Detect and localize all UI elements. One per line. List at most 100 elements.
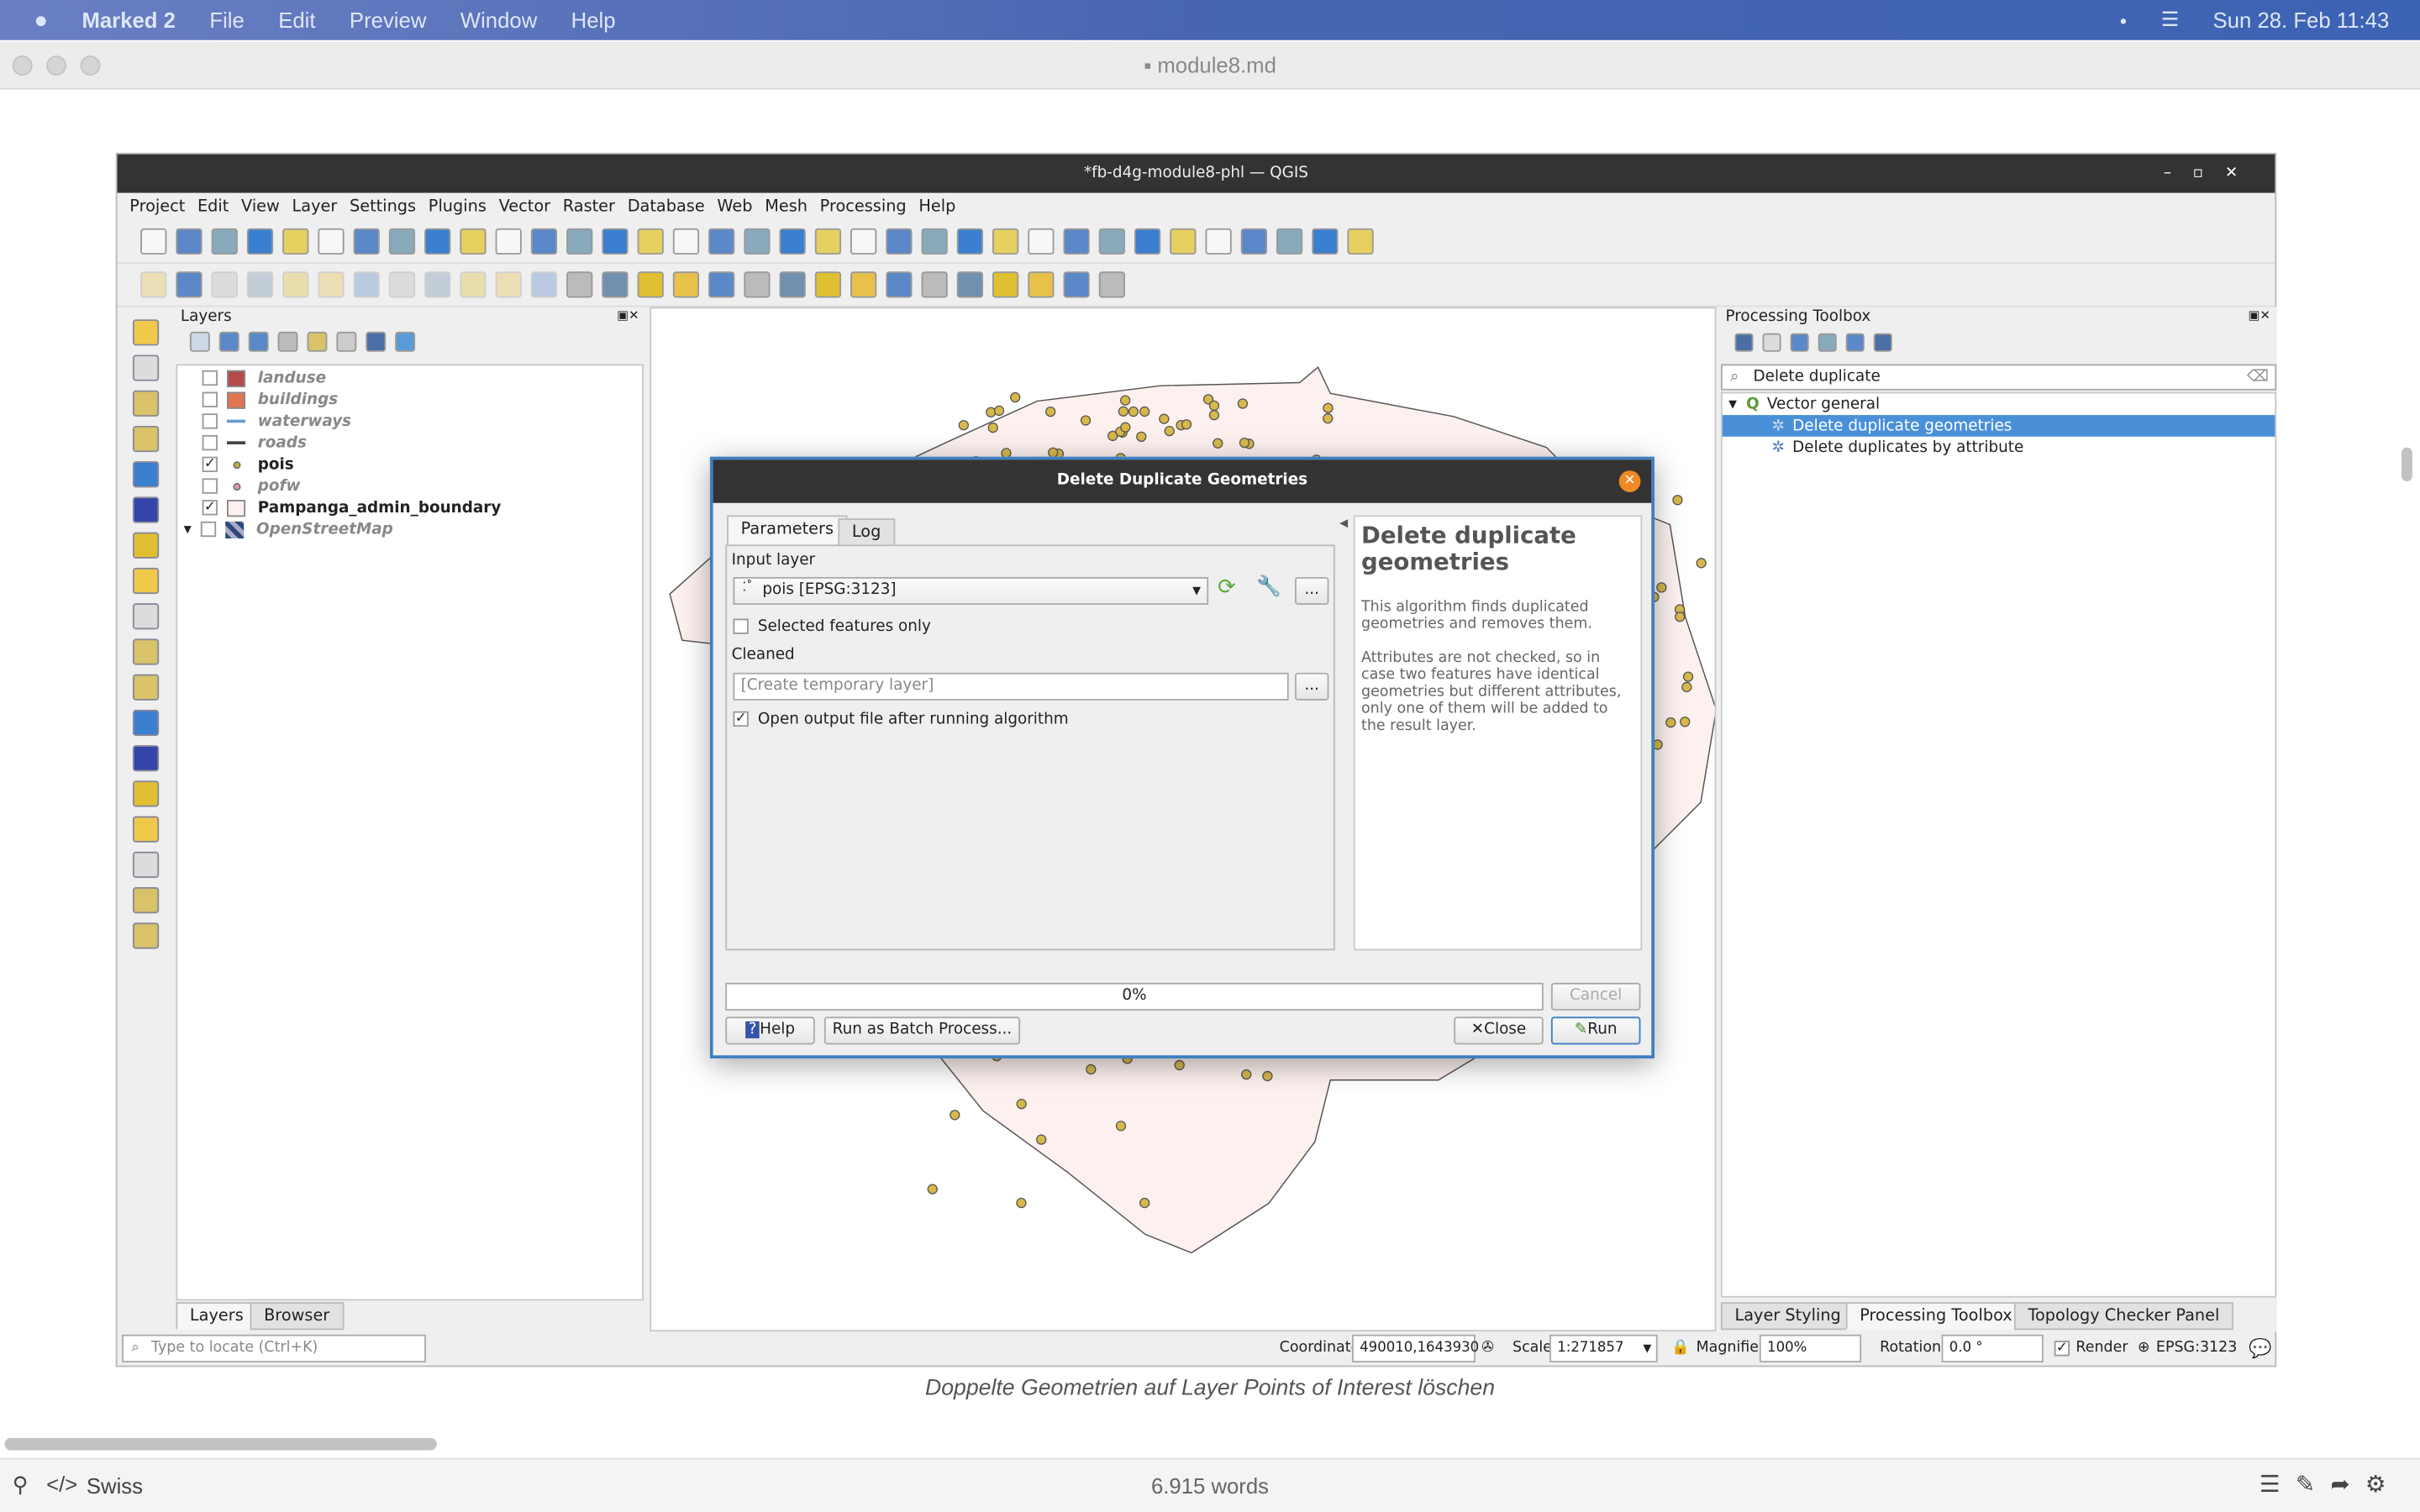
- processing-toolbox-icon[interactable]: [1028, 228, 1055, 255]
- diagram-icon[interactable]: [602, 271, 629, 298]
- georeferencer-icon[interactable]: [1028, 271, 1055, 298]
- layer-visibility-checkbox[interactable]: [202, 434, 218, 451]
- menu-window[interactable]: Window: [460, 8, 537, 32]
- menu-edit[interactable]: Edit: [197, 197, 229, 216]
- tab-log[interactable]: Log: [838, 518, 895, 547]
- add-postgis-icon[interactable]: [132, 709, 160, 737]
- vertex-tool-icon[interactable]: [282, 271, 309, 298]
- layer-item-pois[interactable]: ✓ pois: [202, 454, 642, 475]
- show-spatial-bookmarks-icon[interactable]: [814, 228, 842, 255]
- text-annotation-icon[interactable]: [1205, 228, 1232, 255]
- add-mesh-icon[interactable]: [132, 496, 160, 523]
- undo-icon[interactable]: [495, 271, 522, 298]
- field-calculator-icon[interactable]: [992, 228, 1019, 255]
- add-wms-icon[interactable]: [132, 567, 160, 595]
- layer-visibility-checkbox[interactable]: [202, 370, 218, 386]
- horizontal-scrollbar[interactable]: [4, 1437, 437, 1451]
- save-project-icon[interactable]: [211, 228, 238, 255]
- select-by-value-icon[interactable]: [1276, 228, 1303, 255]
- add-group-icon[interactable]: [218, 331, 239, 352]
- history-icon[interactable]: [1790, 333, 1809, 352]
- pan-to-selection-icon[interactable]: [388, 228, 416, 255]
- expand-arrow-icon[interactable]: ▼: [1728, 398, 1737, 411]
- new-print-layout-icon[interactable]: [246, 228, 274, 255]
- layer-item-waterways[interactable]: waterways: [202, 411, 642, 433]
- filter-legend-icon[interactable]: [277, 331, 298, 352]
- tab-layer-styling[interactable]: Layer Styling: [1720, 1302, 1855, 1331]
- layer-item-pampanga_admin_boundary[interactable]: ✓ Pampanga_admin_boundary: [202, 496, 642, 518]
- layout-manager-icon[interactable]: [282, 228, 309, 255]
- highlight-labels-icon[interactable]: [850, 271, 877, 298]
- rotation-spinbox[interactable]: 0.0 °: [1941, 1334, 2044, 1362]
- measure-icon[interactable]: [1098, 228, 1125, 255]
- run-batch-button[interactable]: Run as Batch Process...: [823, 1016, 1021, 1045]
- tab-topology-checker[interactable]: Topology Checker Panel: [2013, 1302, 2233, 1331]
- style-manager-icon[interactable]: [318, 228, 345, 255]
- layer-item-landuse[interactable]: landuse: [202, 367, 642, 389]
- layer-visibility-checkbox[interactable]: [202, 391, 218, 407]
- delete-selected-icon[interactable]: [353, 271, 380, 298]
- layer-visibility-checkbox[interactable]: [202, 413, 218, 429]
- menu-help[interactable]: Help: [571, 8, 616, 32]
- help-icon[interactable]: [992, 271, 1019, 298]
- panel-float-close-icons[interactable]: ▣✕: [617, 308, 639, 323]
- zoom-in-icon[interactable]: [424, 228, 451, 255]
- label-properties-icon[interactable]: [814, 271, 842, 298]
- modify-attributes-icon[interactable]: [318, 271, 345, 298]
- layer-item-pofw[interactable]: pofw: [202, 475, 642, 497]
- menu-web[interactable]: Web: [717, 197, 752, 216]
- layer-visibility-checkbox[interactable]: ✓: [202, 456, 218, 473]
- zoom-window-button[interactable]: [80, 55, 101, 76]
- selected-features-only-checkbox[interactable]: [733, 618, 749, 634]
- current-edits-icon[interactable]: [140, 271, 167, 298]
- attribute-table-icon[interactable]: [956, 228, 984, 255]
- run-button[interactable]: ✎Run: [1550, 1016, 1641, 1045]
- menu-file[interactable]: File: [209, 8, 244, 32]
- tab-browser[interactable]: Browser: [250, 1302, 344, 1331]
- add-spatialite-icon[interactable]: [132, 425, 160, 453]
- coordinate-field[interactable]: 490010,1643930: [1351, 1334, 1479, 1362]
- add-vector-layer-icon[interactable]: [132, 319, 160, 346]
- dialog-close-icon[interactable]: ✕: [1618, 470, 1641, 492]
- window-controls[interactable]: –▫✕: [2164, 155, 2260, 193]
- add-virtual-layer-icon[interactable]: [132, 461, 160, 488]
- layer-visibility-checkbox[interactable]: ✓: [202, 500, 218, 516]
- clear-search-icon[interactable]: ⌫: [2247, 365, 2269, 389]
- pan-icon[interactable]: [353, 228, 380, 255]
- menu-layer[interactable]: Layer: [292, 197, 338, 216]
- remove-layer-icon[interactable]: [395, 331, 416, 352]
- style-layer-icon[interactable]: [189, 331, 210, 352]
- iterate-icon[interactable]: ⟳: [1218, 575, 1236, 600]
- save-edits-icon[interactable]: [211, 271, 238, 298]
- label-tool-icon[interactable]: [566, 271, 593, 298]
- models-icon[interactable]: [1734, 333, 1754, 352]
- zoom-to-layer-icon[interactable]: [566, 228, 593, 255]
- add-arcgis-icon[interactable]: [132, 816, 160, 843]
- cleaned-output-input[interactable]: [Create temporary layer]: [733, 672, 1289, 701]
- statistics-icon[interactable]: [1063, 228, 1090, 255]
- toolbox-search-input[interactable]: ⌕ Delete duplicate ⌫: [1720, 364, 2277, 391]
- menu-vector[interactable]: Vector: [499, 197, 550, 216]
- layer-item-openstreetmap[interactable]: ▾ OpenStreetMap: [184, 518, 643, 540]
- filter-expression-icon[interactable]: [307, 331, 328, 352]
- zoom-native-icon[interactable]: [602, 228, 629, 255]
- results-viewer-icon[interactable]: [1818, 333, 1837, 352]
- menu-settings[interactable]: Settings: [350, 197, 416, 216]
- menu-view[interactable]: View: [241, 197, 280, 216]
- python-scripts-icon[interactable]: [1762, 333, 1781, 352]
- cut-icon[interactable]: [388, 271, 416, 298]
- osm-place-search-icon[interactable]: [886, 271, 913, 298]
- input-layer-more-button[interactable]: ...: [1295, 576, 1329, 606]
- menu-help[interactable]: Help: [918, 197, 955, 216]
- toggle-extents-icon[interactable]: ✇: [1481, 1331, 1494, 1365]
- add-vector-tile-icon[interactable]: [132, 851, 160, 879]
- zoom-last-icon[interactable]: [637, 228, 664, 255]
- vertical-scrollbar[interactable]: [2401, 447, 2412, 482]
- layer-item-roads[interactable]: roads: [202, 432, 642, 454]
- cleaned-more-button[interactable]: ...: [1295, 672, 1329, 701]
- new-bookmark-icon[interactable]: [708, 228, 735, 255]
- add-mssql-icon[interactable]: [132, 745, 160, 772]
- toggle-editing-icon[interactable]: [176, 271, 203, 298]
- redo-icon[interactable]: [530, 271, 558, 298]
- bottom-tools-icons[interactable]: ☰✎➦⚙: [2260, 1470, 2402, 1498]
